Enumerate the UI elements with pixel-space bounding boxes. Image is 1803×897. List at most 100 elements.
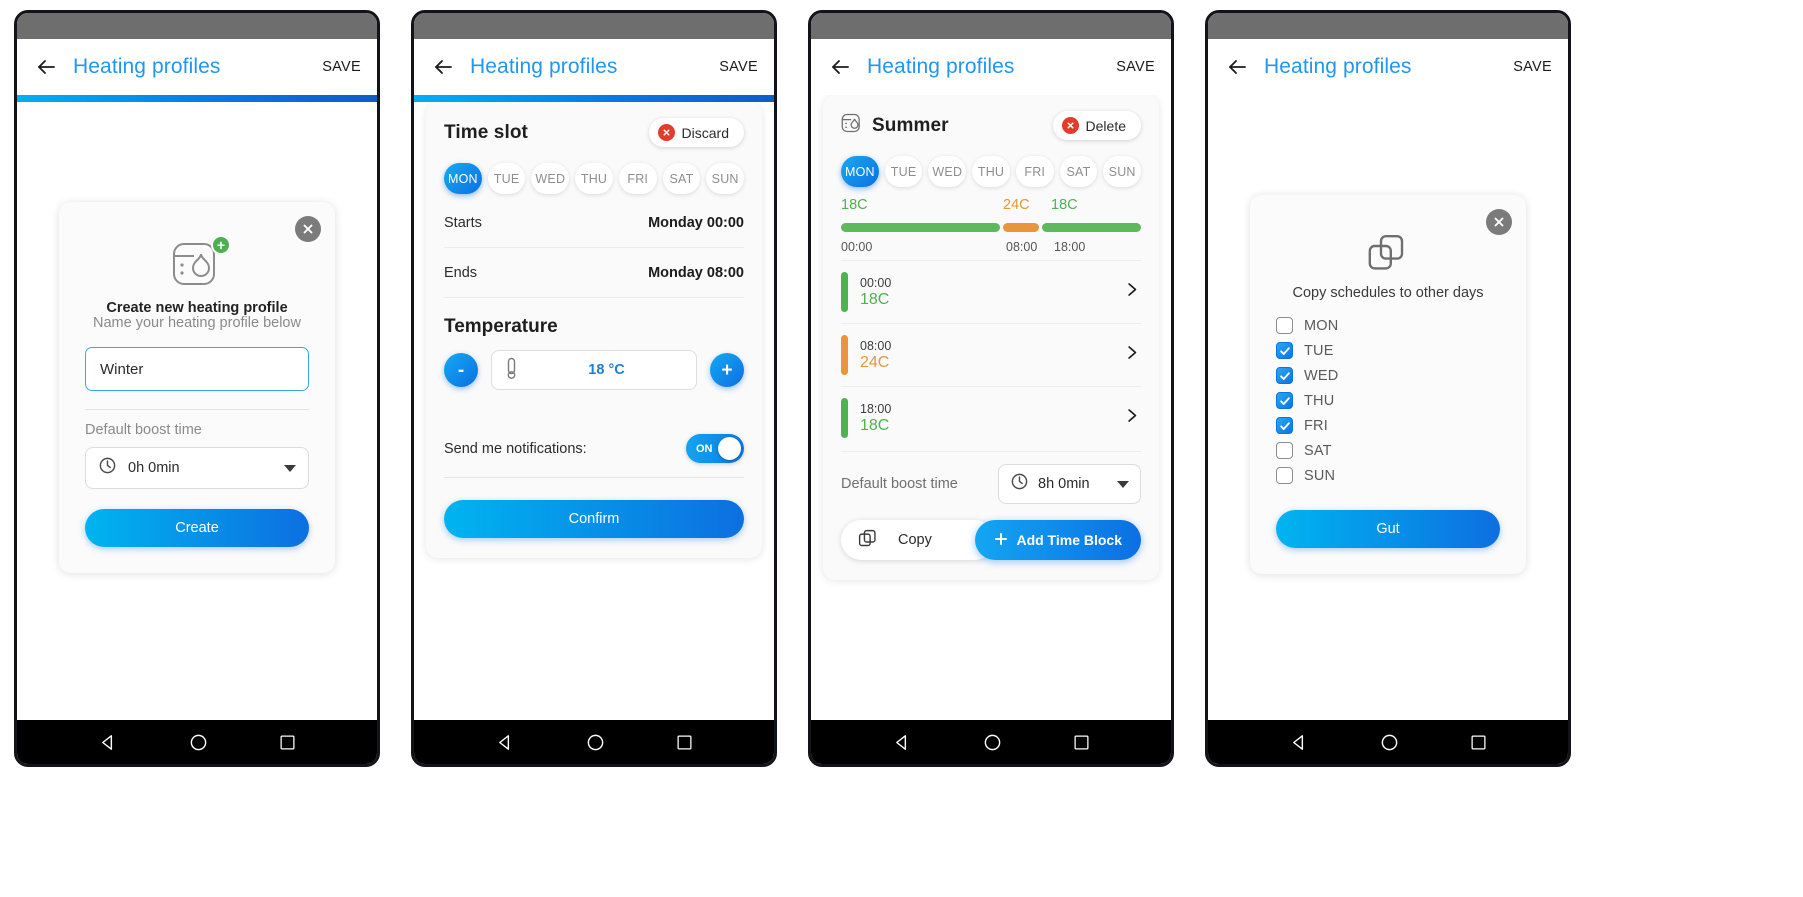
ends-row[interactable]: Ends Monday 08:00 [444,248,744,298]
page-title: Heating profiles [1264,55,1412,78]
confirm-button[interactable]: Gut [1276,510,1500,548]
save-button[interactable]: SAVE [322,59,361,75]
discard-button[interactable]: Discard [648,118,744,147]
back-arrow-icon[interactable] [430,54,456,80]
day-chip-wed[interactable]: WED [928,156,967,187]
copy-button[interactable]: Copy [841,520,996,560]
time-block-row[interactable]: 00:00 18C [841,260,1141,323]
delete-button[interactable]: Delete [1052,111,1141,140]
nav-recents-square-icon[interactable] [1073,734,1090,751]
phone-panel-1: Heating profiles SAVE + Create new heati… [14,10,380,767]
sheet-header: Time slot Discard [444,118,744,147]
day-chip-mon[interactable]: MON [444,163,482,194]
nav-home-circle-icon[interactable] [189,733,208,752]
save-button[interactable]: SAVE [719,59,758,75]
timeline-time-2: 08:00 [1006,240,1038,254]
profile-sheet: Summer Delete MON TUE WED THU FRI SAT SU… [823,95,1159,580]
time-slot-sheet: Time slot Discard MON TUE WED THU FRI SA… [426,102,762,558]
boost-time-select[interactable]: 0h 0min [85,447,309,489]
starts-row[interactable]: Starts Monday 00:00 [444,198,744,248]
close-icon[interactable] [295,216,321,242]
action-button-row: Copy Add Time Block [841,520,1141,560]
day-chip-sun[interactable]: SUN [1103,156,1142,187]
screen-content: + Create new heating profile Name your h… [17,102,377,720]
checkbox-row-mon[interactable]: MON [1276,313,1500,338]
block-texts: 18:00 18C [860,402,1110,435]
profile-name-input[interactable]: Winter [85,347,309,391]
day-chip-wed[interactable]: WED [531,163,570,194]
nav-back-triangle-icon[interactable] [496,733,515,752]
checkbox-row-wed[interactable]: WED [1276,363,1500,388]
day-chip-sat[interactable]: SAT [1059,156,1098,187]
add-time-block-button[interactable]: Add Time Block [975,520,1141,560]
boost-time-value: 8h 0min [1038,476,1090,492]
checkbox-label-thu: THU [1304,392,1335,409]
checkbox-wed[interactable] [1276,367,1293,384]
checkbox-sat[interactable] [1276,442,1293,459]
nav-home-circle-icon[interactable] [983,733,1002,752]
day-chip-thu[interactable]: THU [972,156,1010,187]
temperature-display: 18 °C [491,350,697,390]
time-block-row[interactable]: 08:00 24C [841,323,1141,386]
block-texts: 08:00 24C [860,339,1110,372]
checkbox-row-sun[interactable]: SUN [1276,463,1500,488]
day-chip-sat[interactable]: SAT [662,163,701,194]
nav-home-circle-icon[interactable] [586,733,605,752]
timeline-bars [841,223,1141,232]
boost-time-select[interactable]: 8h 0min [998,464,1141,504]
save-button[interactable]: SAVE [1116,59,1155,75]
chevron-down-icon [284,464,296,472]
nav-back-triangle-icon[interactable] [893,733,912,752]
checkbox-label-fri: FRI [1304,417,1328,434]
copy-icon [857,528,878,553]
save-button[interactable]: SAVE [1513,59,1552,75]
chevron-right-icon[interactable] [1122,280,1141,304]
chevron-right-icon[interactable] [1122,406,1141,430]
block-temp: 24C [860,353,890,371]
confirm-button[interactable]: Confirm [444,500,744,538]
timeline-time-1: 00:00 [841,240,873,254]
nav-recents-square-icon[interactable] [279,734,296,751]
back-arrow-icon[interactable] [827,54,853,80]
day-chip-mon[interactable]: MON [841,156,879,187]
nav-home-circle-icon[interactable] [1380,733,1399,752]
close-icon[interactable] [1486,209,1512,235]
nav-back-triangle-icon[interactable] [99,733,118,752]
checkbox-row-thu[interactable]: THU [1276,388,1500,413]
create-button[interactable]: Create [85,509,309,547]
block-color-bar [841,398,848,438]
checkbox-row-fri[interactable]: FRI [1276,413,1500,438]
checkbox-row-sat[interactable]: SAT [1276,438,1500,463]
block-time: 08:00 [860,338,892,353]
checkbox-thu[interactable] [1276,392,1293,409]
day-chip-tue[interactable]: TUE [487,163,526,194]
timeline-bar-1 [841,223,1000,232]
heating-profile-icon: + [170,235,231,290]
nav-recents-square-icon[interactable] [676,734,693,751]
day-chip-thu[interactable]: THU [575,163,613,194]
day-chip-tue[interactable]: TUE [884,156,923,187]
checkbox-row-tue[interactable]: TUE [1276,338,1500,363]
page-title: Heating profiles [867,55,1015,78]
timeline-temperature-labels: 18C 24C 18C [841,197,1141,217]
back-arrow-icon[interactable] [33,54,59,80]
checkbox-tue[interactable] [1276,342,1293,359]
day-chip-sun[interactable]: SUN [706,163,745,194]
day-chip-fri[interactable]: FRI [1015,156,1054,187]
nav-recents-square-icon[interactable] [1470,734,1487,751]
block-temp: 18C [860,290,890,308]
phone-panel-4: Heating profiles SAVE Copy schedules to … [1205,10,1571,767]
checkbox-sun[interactable] [1276,467,1293,484]
chevron-right-icon[interactable] [1122,343,1141,367]
time-block-row[interactable]: 18:00 18C [841,386,1141,449]
temperature-increase-button[interactable]: + [710,353,744,387]
notifications-toggle[interactable]: ON [686,434,744,463]
nav-back-triangle-icon[interactable] [1290,733,1309,752]
boost-time-label: Default boost time [85,422,202,438]
temperature-decrease-button[interactable]: - [444,353,478,387]
checkbox-mon[interactable] [1276,317,1293,334]
copy-label: Copy [898,532,932,548]
checkbox-fri[interactable] [1276,417,1293,434]
day-chip-fri[interactable]: FRI [618,163,657,194]
back-arrow-icon[interactable] [1224,54,1250,80]
